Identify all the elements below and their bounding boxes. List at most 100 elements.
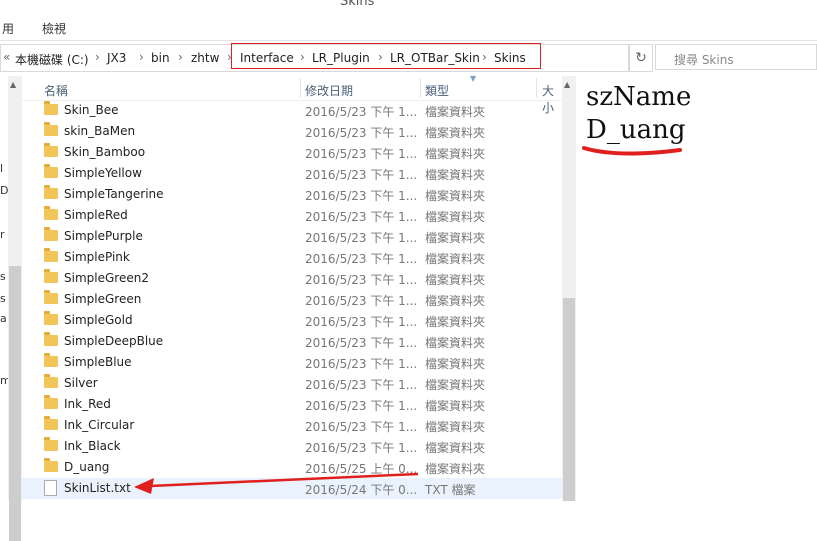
list-scroll-thumb[interactable] — [563, 298, 575, 501]
row-date: 2016/5/23 下午 1... — [305, 231, 418, 245]
table-row[interactable]: Skin_Bee 2016/5/23 下午 1... 檔案資料夾 — [22, 100, 562, 121]
row-date: 2016/5/25 上午 0... — [305, 462, 418, 476]
row-type: 檔案資料夾 — [425, 105, 486, 119]
row-type: 檔案資料夾 — [425, 168, 486, 182]
annotation-field-value: D_uang — [586, 115, 686, 145]
nav-fragment: s — [0, 292, 6, 305]
path-highlight-box — [231, 43, 541, 69]
crumb-jx3[interactable]: JX3 — [107, 51, 126, 65]
row-type: 檔案資料夾 — [425, 378, 486, 392]
folder-icon — [44, 164, 58, 178]
folder-icon — [44, 185, 58, 199]
table-row[interactable]: SkinList.txt 2016/5/24 下午 0... TXT 檔案 — [22, 478, 562, 499]
row-date: 2016/5/23 下午 1... — [305, 420, 418, 434]
annotation-field-label: szName — [586, 82, 692, 112]
table-row[interactable]: skin_BaMen 2016/5/23 下午 1... 檔案資料夾 — [22, 121, 562, 142]
table-row[interactable]: Ink_Black 2016/5/23 下午 1... 檔案資料夾 — [22, 436, 562, 457]
table-row[interactable]: SimpleGreen 2016/5/23 下午 1... 檔案資料夾 — [22, 289, 562, 310]
row-name: SimpleGold — [64, 313, 133, 327]
overflow-chevron-icon[interactable]: « — [3, 50, 10, 64]
folder-icon — [44, 416, 58, 430]
table-row[interactable]: Silver 2016/5/23 下午 1... 檔案資料夾 — [22, 373, 562, 394]
row-date: 2016/5/23 下午 1... — [305, 336, 418, 350]
row-name: SkinList.txt — [64, 481, 131, 495]
nav-fragment: s — [0, 270, 6, 283]
row-name: SimpleBlue — [64, 355, 132, 369]
row-name: SimplePink — [64, 250, 130, 264]
separator-icon[interactable]: › — [178, 50, 183, 64]
sort-arrow-icon: ▼ — [470, 74, 477, 83]
crumb-zhtw[interactable]: zhtw — [191, 51, 219, 65]
row-type: 檔案資料夾 — [425, 315, 486, 329]
folder-icon — [44, 332, 58, 346]
row-date: 2016/5/23 下午 1... — [305, 294, 418, 308]
folder-icon — [44, 227, 58, 241]
folder-icon — [44, 101, 58, 115]
separator-icon[interactable]: › — [95, 50, 100, 64]
row-name: Ink_Red — [64, 397, 111, 411]
row-name: Skin_Bee — [64, 103, 119, 117]
search-input[interactable]: 搜尋 Skins — [655, 44, 817, 70]
folder-icon — [44, 143, 58, 157]
row-name: Ink_Black — [64, 439, 121, 453]
row-type: 檔案資料夾 — [425, 357, 486, 371]
table-row[interactable]: SimpleTangerine 2016/5/23 下午 1... 檔案資料夾 — [22, 184, 562, 205]
scroll-up-icon[interactable]: ▲ — [10, 80, 16, 89]
row-type: 檔案資料夾 — [425, 231, 486, 245]
table-row[interactable]: SimpleBlue 2016/5/23 下午 1... 檔案資料夾 — [22, 352, 562, 373]
row-type: 檔案資料夾 — [425, 336, 486, 350]
row-type: 檔案資料夾 — [425, 420, 486, 434]
row-name: Skin_Bamboo — [64, 145, 146, 159]
row-type: 檔案資料夾 — [425, 189, 486, 203]
breadcrumb[interactable]: « 本機磁碟 (C:) › JX3 › bin › zhtw › Interfa… — [0, 43, 629, 72]
table-row[interactable]: D_uang 2016/5/25 上午 0... 檔案資料夾 — [22, 457, 562, 478]
row-date: 2016/5/23 下午 1... — [305, 252, 418, 266]
nav-scroll-thumb[interactable] — [9, 266, 21, 541]
table-row[interactable]: SimpleRed 2016/5/23 下午 1... 檔案資料夾 — [22, 205, 562, 226]
crumb-local-disk[interactable]: 本機磁碟 (C:) — [15, 51, 89, 68]
title-bar: Skins — [0, 0, 817, 12]
table-row[interactable]: SimplePink 2016/5/23 下午 1... 檔案資料夾 — [22, 247, 562, 268]
table-row[interactable]: Skin_Bamboo 2016/5/23 下午 1... 檔案資料夾 — [22, 142, 562, 163]
table-row[interactable]: SimpleDeepBlue 2016/5/23 下午 1... 檔案資料夾 — [22, 331, 562, 352]
list-scrollbar[interactable]: ▲ — [562, 76, 576, 501]
row-type: 檔案資料夾 — [425, 147, 486, 161]
row-type: 檔案資料夾 — [425, 294, 486, 308]
table-row[interactable]: SimplePurple 2016/5/23 下午 1... 檔案資料夾 — [22, 226, 562, 247]
nav-scrollbar[interactable]: ▲ — [8, 76, 22, 541]
scroll-up-icon[interactable]: ▲ — [564, 80, 570, 89]
separator-icon[interactable]: › — [139, 50, 144, 64]
menu-bar: 用 檢視 — [0, 12, 817, 41]
row-date: 2016/5/23 下午 1... — [305, 315, 418, 329]
column-header-type[interactable]: 類型 — [425, 82, 449, 99]
row-date: 2016/5/23 下午 1... — [305, 273, 418, 287]
row-type: 檔案資料夾 — [425, 210, 486, 224]
row-name: Silver — [64, 376, 98, 390]
row-date: 2016/5/24 下午 0... — [305, 483, 418, 497]
file-list: 名稱 修改日期 類型 ▼ 大小 Skin_Bee 2016/5/23 下午 1..… — [22, 74, 562, 501]
menu-item-view[interactable]: 檢視 — [42, 20, 66, 37]
row-date: 2016/5/23 下午 1... — [305, 441, 418, 455]
table-row[interactable]: Ink_Circular 2016/5/23 下午 1... 檔案資料夾 — [22, 415, 562, 436]
address-bar: « 本機磁碟 (C:) › JX3 › bin › zhtw › Interfa… — [0, 43, 817, 72]
row-name: SimpleYellow — [64, 166, 142, 180]
table-row[interactable]: Ink_Red 2016/5/23 下午 1... 檔案資料夾 — [22, 394, 562, 415]
folder-icon — [44, 458, 58, 472]
row-date: 2016/5/23 下午 1... — [305, 147, 418, 161]
column-header-name[interactable]: 名稱 — [44, 82, 68, 99]
table-row[interactable]: SimpleGreen2 2016/5/23 下午 1... 檔案資料夾 — [22, 268, 562, 289]
table-row[interactable]: SimpleGold 2016/5/23 下午 1... 檔案資料夾 — [22, 310, 562, 331]
folder-icon — [44, 311, 58, 325]
menu-item-use[interactable]: 用 — [2, 20, 14, 37]
refresh-icon[interactable]: ↻ — [629, 44, 653, 72]
crumb-bin[interactable]: bin — [151, 51, 170, 65]
text-file-icon — [44, 480, 57, 496]
window-title: Skins — [340, 0, 375, 9]
row-date: 2016/5/23 下午 1... — [305, 378, 418, 392]
row-type: 檔案資料夾 — [425, 126, 486, 140]
table-row[interactable]: SimpleYellow 2016/5/23 下午 1... 檔案資料夾 — [22, 163, 562, 184]
column-header-date[interactable]: 修改日期 — [305, 82, 353, 99]
nav-fragment: l — [0, 162, 4, 175]
folder-icon — [44, 437, 58, 451]
row-name: SimpleTangerine — [64, 187, 164, 201]
